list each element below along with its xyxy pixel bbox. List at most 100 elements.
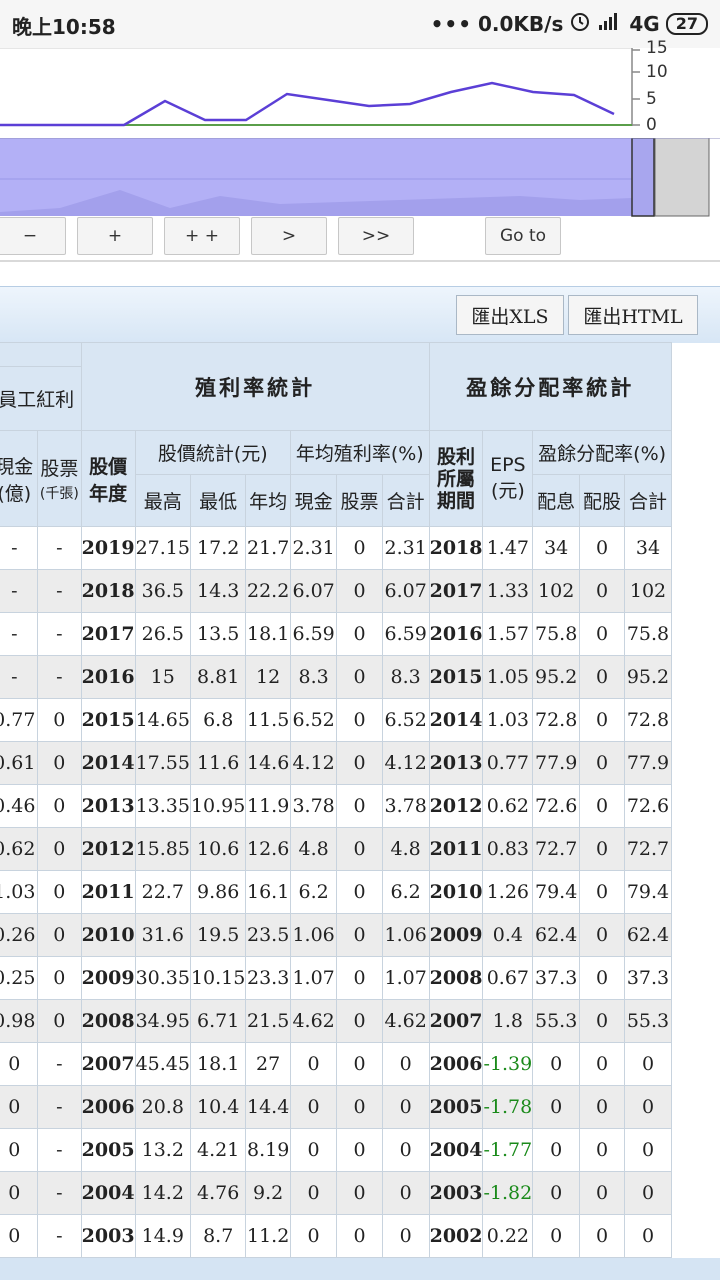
table-cell: 2005 — [428, 1085, 484, 1129]
table-cell: 2.31 — [381, 526, 430, 570]
table-cell: 75.8 — [624, 612, 672, 656]
table-cell: 0 — [381, 1042, 430, 1086]
dividend-table-body: - -2019 27.15 17.2 21.7 2.31 0 2.31 2018 1.47 34 0 3… — [0, 526, 672, 1258]
table-cell: 0.62 — [0, 827, 39, 871]
table-cell: 21.7 — [245, 526, 291, 570]
table-cell: 37.3 — [624, 956, 672, 1000]
table-cell: 34.95 — [134, 999, 191, 1043]
table-cell: 23.5 — [245, 913, 291, 957]
table-cell: 12 — [245, 655, 291, 699]
go-to-button[interactable]: Go to — [485, 217, 561, 255]
table-cell: 0 — [289, 1128, 338, 1172]
table-cell: 4.8 — [381, 827, 430, 871]
table-cell: 0 — [0, 1214, 39, 1258]
header-blank-top — [0, 342, 82, 367]
table-cell: 2013 — [80, 784, 136, 828]
table-cell: 1.26 — [482, 870, 534, 914]
header-cash-100m: 現金 (億) — [0, 430, 39, 527]
table-cell: 2006 — [428, 1042, 484, 1086]
network-speed: 0.0KB/s — [478, 11, 564, 36]
header-stock-label: 股票 — [40, 458, 79, 480]
header-eps: EPS (元) — [482, 430, 534, 527]
table-row: 0-2005 13.2 4.21 8.19 0 0 0 2004 -1.77 0 0 0 — [0, 1128, 672, 1172]
zoom-out-button[interactable]: − — [0, 217, 66, 255]
table-cell: 1.47 — [482, 526, 534, 570]
table-cell: 8.7 — [189, 1214, 247, 1258]
table-cell: 0 — [532, 1042, 581, 1086]
table-cell: 1.57 — [482, 612, 534, 656]
export-html-button[interactable]: 匯出HTML — [568, 295, 698, 335]
table-cell: - — [37, 569, 82, 613]
table-cell: 2015 — [428, 655, 484, 699]
table-cell: -1.39 — [482, 1042, 534, 1086]
table-cell: 8.3 — [381, 655, 430, 699]
y-tick-10: 10 — [646, 62, 668, 82]
dividend-table-container[interactable]: 殖利率統計 盈餘分配率統計 劵 員工紅利 利 ) 現金 (億) 股票 (千張) … — [0, 342, 720, 1280]
last-button[interactable]: >> — [338, 217, 414, 255]
table-cell: - — [0, 612, 39, 656]
table-cell: 2016 — [80, 655, 136, 699]
export-xls-button[interactable]: 匯出XLS — [456, 295, 564, 335]
table-cell: 0 — [336, 741, 383, 785]
table-cell: 23.3 — [245, 956, 291, 1000]
table-cell: 0 — [579, 612, 625, 656]
table-cell: 0 — [336, 569, 383, 613]
table-cell: 0 — [336, 956, 383, 1000]
table-cell: 77.9 — [532, 741, 581, 785]
table-cell: 2003 — [80, 1214, 136, 1258]
table-row: - -2017 26.5 13.5 18.1 6.59 0 6.59 2016 1.57 75.8 0… — [0, 612, 672, 656]
table-cell: 0 — [579, 870, 625, 914]
table-cell: 0 — [579, 999, 625, 1043]
table-cell: 0 — [336, 526, 383, 570]
table-row: 70.610201417.5511.614.64.1204.1220130.77… — [0, 741, 672, 785]
table-cell: 1.8 — [482, 999, 534, 1043]
table-cell: 72.8 — [624, 698, 672, 742]
status-time: 晚上10:58 — [12, 15, 116, 39]
next-button[interactable]: > — [251, 217, 327, 255]
zoom-in-button[interactable]: + — [77, 217, 153, 255]
table-row: 50.260201031.619.523.51.0601.0620090.462… — [0, 913, 672, 957]
table-cell: - — [0, 655, 39, 699]
table-cell: 14.2 — [134, 1171, 191, 1215]
table-cell: 6.52 — [289, 698, 338, 742]
table-cell: 0.77 — [0, 698, 39, 742]
table-cell: 30.35 — [134, 956, 191, 1000]
table-cell: 6.59 — [381, 612, 430, 656]
range-navigator[interactable] — [0, 138, 720, 218]
table-cell: - — [37, 1214, 82, 1258]
table-cell: 6.07 — [381, 569, 430, 613]
zoom-in-more-button[interactable]: + + — [164, 217, 240, 255]
table-cell: 0 — [289, 1171, 338, 1215]
table-cell: - — [37, 1128, 82, 1172]
table-cell: 0 — [336, 1171, 383, 1215]
header-price-year: 股價 年度 — [80, 430, 136, 527]
table-row: 0-2003 14.9 8.7 11.2 0 0 0 2002 0.22 0 0 0 — [0, 1214, 672, 1258]
table-cell: 0 — [579, 827, 625, 871]
table-cell: 15 — [134, 655, 191, 699]
table-cell: 8.19 — [245, 1128, 291, 1172]
table-cell: - — [0, 526, 39, 570]
table-row: 50.250200930.3510.1523.31.0701.0720080.6… — [0, 956, 672, 1000]
table-cell: 3.78 — [381, 784, 430, 828]
table-cell: 0 — [624, 1042, 672, 1086]
table-cell: 13.5 — [189, 612, 247, 656]
table-cell: 95.2 — [532, 655, 581, 699]
table-cell: 1.05 — [482, 655, 534, 699]
table-cell: 18.1 — [245, 612, 291, 656]
table-cell: 8.3 — [289, 655, 338, 699]
table-cell: 0 — [624, 1085, 672, 1129]
table-cell: 0 — [336, 1085, 383, 1129]
table-cell: 15.85 — [134, 827, 191, 871]
table-cell: 0 — [336, 870, 383, 914]
table-cell: 2017 — [428, 569, 484, 613]
panel-border — [0, 260, 720, 262]
table-cell: 2013 — [428, 741, 484, 785]
table-cell: 72.6 — [624, 784, 672, 828]
navigator-handle[interactable] — [631, 138, 655, 217]
table-cell: 0 — [579, 784, 625, 828]
table-cell: 11.9 — [245, 784, 291, 828]
table-cell: 0.46 — [0, 784, 39, 828]
header-low: 最低 — [189, 474, 247, 527]
header-avg: 年均 — [245, 474, 291, 527]
table-row: 0-2006 20.8 10.4 14.4 0 0 0 2005 -1.78 0 0 0 — [0, 1085, 672, 1129]
